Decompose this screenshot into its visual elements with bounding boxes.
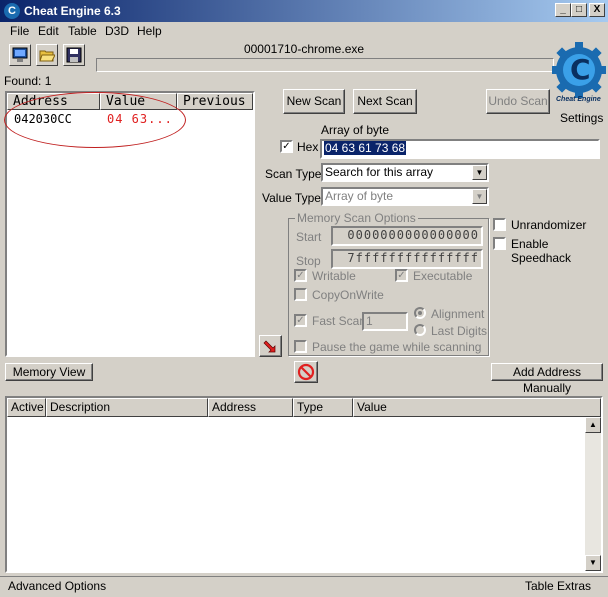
stop-scan-button[interactable]: [294, 361, 318, 383]
enable-speedhack-checkbox[interactable]: [493, 237, 506, 250]
scan-type-select[interactable]: Search for this array ▼: [321, 163, 489, 182]
results-header-previous[interactable]: Previous: [177, 93, 253, 110]
alignment-label: Alignment: [431, 307, 485, 321]
result-address[interactable]: 042030CC: [14, 112, 72, 126]
value-type-label: Value Type: [262, 191, 321, 205]
close-button[interactable]: X: [589, 3, 605, 17]
maximize-button[interactable]: □: [571, 3, 587, 17]
unrandomizer-checkbox[interactable]: [493, 218, 506, 231]
table-header-value[interactable]: Value: [353, 398, 601, 417]
logo-text: Cheat Engine: [556, 96, 601, 103]
red-arrow-icon: [263, 340, 275, 353]
copy-on-write-checkbox[interactable]: [294, 288, 307, 301]
fast-scan-label: Fast Scan: [312, 314, 367, 328]
add-to-list-button[interactable]: [259, 335, 282, 357]
chevron-down-icon[interactable]: ▼: [472, 165, 487, 180]
start-label: Start: [296, 230, 322, 244]
found-count: Found: 1: [4, 74, 52, 88]
stop-label: Stop: [296, 254, 321, 268]
status-bar: Advanced Options Table Extras: [0, 576, 608, 597]
table-header-type[interactable]: Type: [293, 398, 353, 417]
last-digits-label: Last Digits: [431, 324, 488, 338]
title-bar: C Cheat Engine 6.3 _ □ X: [0, 0, 608, 22]
svg-text:C: C: [570, 53, 591, 86]
scan-type-value: Search for this array: [325, 165, 434, 179]
pause-game-label: Pause the game while scanning: [312, 340, 482, 354]
address-table[interactable]: Active Description Address Type Value ▲ …: [5, 396, 603, 573]
table-header-active[interactable]: Active: [7, 398, 46, 417]
add-address-manually-button[interactable]: Add Address Manually: [491, 363, 603, 395]
table-header-description[interactable]: Description: [46, 398, 208, 417]
no-entry-icon: [297, 363, 315, 381]
menu-table[interactable]: Table: [68, 24, 97, 38]
value-input-text: 04 63 61 73 68: [324, 141, 407, 155]
cheat-engine-logo[interactable]: C Cheat Engine: [551, 40, 607, 108]
vertical-scrollbar[interactable]: ▲ ▼: [585, 417, 601, 571]
unrandomizer-label: Unrandomizer: [511, 218, 587, 232]
results-header-address[interactable]: Address: [7, 93, 100, 110]
memory-scan-options-legend: Memory Scan Options: [295, 211, 418, 225]
result-value[interactable]: 04 63...: [107, 112, 173, 126]
process-name: 00001710-chrome.exe: [243, 42, 365, 56]
executable-label: Executable: [413, 269, 473, 283]
value-type-caption: Array of byte: [321, 123, 390, 137]
scroll-up-icon[interactable]: ▲: [585, 417, 601, 433]
last-digits-radio[interactable]: [414, 324, 426, 336]
table-header-address[interactable]: Address: [208, 398, 293, 417]
hex-label: Hex: [297, 140, 319, 154]
writable-label: Writable: [312, 269, 356, 283]
fast-scan-checkbox[interactable]: ✓: [294, 314, 307, 327]
chevron-down-icon[interactable]: ▼: [472, 189, 487, 204]
scroll-down-icon[interactable]: ▼: [585, 555, 601, 571]
window-title: Cheat Engine 6.3: [24, 4, 121, 18]
value-type-value: Array of byte: [325, 189, 394, 203]
app-icon: C: [4, 3, 20, 19]
settings-link[interactable]: Settings: [560, 111, 603, 125]
enable-speedhack-label: Enable Speedhack: [511, 237, 572, 265]
menu-file[interactable]: File: [10, 24, 29, 38]
memory-view-button[interactable]: Memory View: [5, 363, 93, 381]
value-input[interactable]: 04 63 61 73 68: [320, 139, 600, 159]
menu-bar: File Edit Table D3D Help: [0, 22, 608, 40]
value-type-select[interactable]: Array of byte ▼: [321, 187, 489, 206]
executable-checkbox[interactable]: ✓: [395, 269, 408, 282]
pause-game-checkbox[interactable]: [294, 340, 307, 353]
advanced-options-link[interactable]: Advanced Options: [8, 579, 106, 593]
menu-help[interactable]: Help: [137, 24, 162, 38]
alignment-radio[interactable]: [414, 307, 426, 319]
results-header-value[interactable]: Value: [100, 93, 177, 110]
undo-scan-button[interactable]: Undo Scan: [486, 89, 550, 114]
fast-scan-input[interactable]: 1: [362, 312, 408, 331]
hex-checkbox[interactable]: ✓: [280, 140, 293, 153]
copy-on-write-label: CopyOnWrite: [312, 288, 384, 302]
stop-address-input[interactable]: 7fffffffffffffff: [331, 249, 483, 269]
scan-results-list[interactable]: Address Value Previous 042030CC 04 63...: [5, 91, 255, 357]
minimize-button[interactable]: _: [555, 3, 571, 17]
menu-d3d[interactable]: D3D: [105, 24, 129, 38]
writable-checkbox[interactable]: ✓: [294, 269, 307, 282]
next-scan-button[interactable]: Next Scan: [353, 89, 417, 114]
start-address-input[interactable]: 0000000000000000: [331, 226, 483, 246]
menu-edit[interactable]: Edit: [38, 24, 59, 38]
table-extras-link[interactable]: Table Extras: [525, 579, 591, 593]
scan-type-label: Scan Type: [265, 167, 322, 181]
scan-progress-bar: [96, 58, 554, 72]
new-scan-button[interactable]: New Scan: [283, 89, 345, 114]
